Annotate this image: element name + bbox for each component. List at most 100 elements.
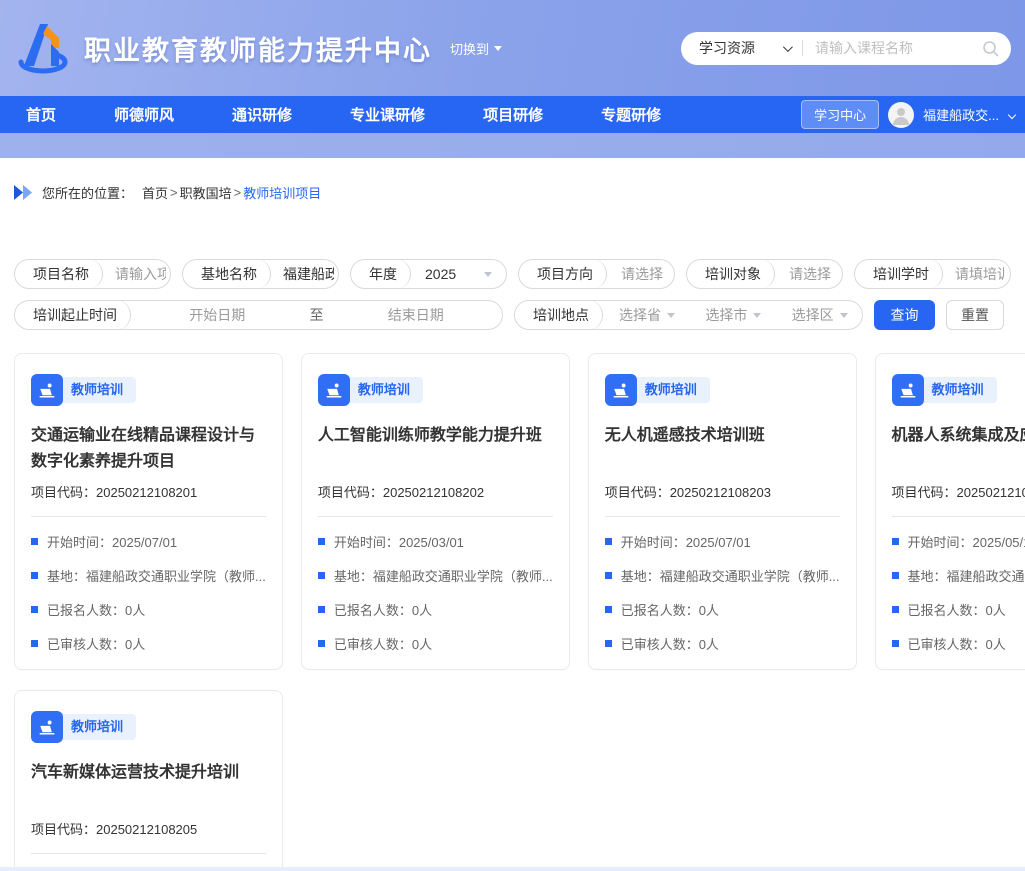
project-card-4[interactable]: 教师培训 机器人系统集成及应用技术 项目代码：20250212108204 开始… xyxy=(875,353,1025,670)
bullet-icon xyxy=(318,538,325,545)
filter-row-2: 培训起止时间 开始日期 至 结束日期 培训地点 选择省 选择市 选择区 查询 重… xyxy=(14,300,1011,330)
project-title: 交通运输业在线精品课程设计与数字化素养提升项目 xyxy=(31,423,266,475)
teacher-training-icon xyxy=(31,711,63,743)
card-row-start-time: 开始时间：2025/07/01 xyxy=(605,532,840,551)
nav-item-special-training[interactable]: 专题研修 xyxy=(601,104,661,125)
bullet-icon xyxy=(31,640,38,647)
banner-sub-band xyxy=(0,133,1025,158)
project-card-2[interactable]: 教师培训 人工智能训练师教学能力提升班 项目代码：20250212108202 … xyxy=(301,353,570,670)
card-row-approved: 已审核人数：0人 xyxy=(318,634,553,653)
project-code: 项目代码：20250212108201 xyxy=(31,482,266,501)
date-range-to-label: 至 xyxy=(304,305,330,325)
search-input[interactable] xyxy=(815,40,982,56)
bullet-icon xyxy=(318,606,325,613)
city-select[interactable]: 选择市 xyxy=(689,305,775,325)
bullet-icon xyxy=(892,572,899,579)
breadcrumb-trail: 首页 > 职教国培 > 教师培训项目 xyxy=(142,183,321,202)
project-card-1[interactable]: 教师培训 交通运输业在线精品课程设计与数字化素养提升项目 项目代码：202502… xyxy=(14,353,283,670)
card-row-enrolled: 已报名人数：0人 xyxy=(892,600,1025,619)
nav-item-major-course-training[interactable]: 专业课研修 xyxy=(350,104,425,125)
search-button[interactable]: 查询 xyxy=(874,300,935,330)
breadcrumb: 您所在的位置： 首页 > 职教国培 > 教师培训项目 xyxy=(0,158,1025,202)
training-hours-input[interactable] xyxy=(943,266,1010,282)
divider xyxy=(802,40,803,56)
location-icon xyxy=(14,185,33,200)
end-date-input[interactable]: 结束日期 xyxy=(330,305,503,325)
breadcrumb-separator: > xyxy=(234,185,242,200)
nav-item-project-training[interactable]: 项目研修 xyxy=(483,104,543,125)
nav-item-home[interactable]: 首页 xyxy=(26,104,56,125)
breadcrumb-zhijiao-guopei[interactable]: 职教国培 xyxy=(180,183,232,202)
search-category-select[interactable]: 学习资源 xyxy=(699,38,790,58)
username[interactable]: 福建船政交... xyxy=(923,105,999,124)
card-row-base: 基地：福建船政交通职业学院（教师... xyxy=(892,566,1025,585)
chevron-down-icon xyxy=(484,272,492,277)
chevron-down-icon[interactable] xyxy=(1008,110,1016,118)
base-name-input[interactable] xyxy=(271,266,338,282)
teacher-training-icon xyxy=(605,374,637,406)
switch-to-dropdown[interactable]: 切换到 xyxy=(450,39,502,58)
brand[interactable]: 职业教育教师能力提升中心 xyxy=(14,22,432,74)
filter-label: 项目名称 xyxy=(15,260,103,288)
project-title: 人工智能训练师教学能力提升班 xyxy=(318,423,553,475)
filter-year[interactable]: 年度 2025 xyxy=(350,259,507,289)
bullet-icon xyxy=(892,640,899,647)
divider xyxy=(892,516,1025,517)
filter-project-name: 项目名称 xyxy=(14,259,171,289)
card-row-approved: 已审核人数：0人 xyxy=(605,634,840,653)
nav-item-general-training[interactable]: 通识研修 xyxy=(232,104,292,125)
breadcrumb-home[interactable]: 首页 xyxy=(142,183,168,202)
filter-training-target[interactable]: 培训对象 请选择 xyxy=(686,259,843,289)
filter-project-direction[interactable]: 项目方向 请选择 xyxy=(518,259,675,289)
divider xyxy=(318,516,553,517)
project-code: 项目代码：20250212108204 xyxy=(892,482,1025,501)
chevron-down-icon xyxy=(667,313,675,318)
divider xyxy=(31,853,266,854)
chevron-down-icon xyxy=(783,42,793,52)
project-card-grid: 教师培训 交通运输业在线精品课程设计与数字化素养提升项目 项目代码：202502… xyxy=(0,353,1025,871)
reset-button[interactable]: 重置 xyxy=(946,300,1004,330)
bullet-icon xyxy=(605,606,612,613)
direction-select-placeholder[interactable]: 请选择 xyxy=(607,264,674,284)
project-card-3[interactable]: 教师培训 无人机遥感技术培训班 项目代码：20250212108203 开始时间… xyxy=(588,353,857,670)
card-row-base: 基地：福建船政交通职业学院（教师... xyxy=(605,566,840,585)
card-row-enrolled: 已报名人数：0人 xyxy=(31,600,266,619)
province-select[interactable]: 选择省 xyxy=(603,305,689,325)
nav-right: 学习中心 福建船政交... xyxy=(801,100,1015,129)
district-select[interactable]: 选择区 xyxy=(776,305,862,325)
avatar[interactable] xyxy=(888,102,914,128)
bullet-icon xyxy=(605,572,612,579)
year-select-value[interactable]: 2025 xyxy=(411,266,478,282)
search-category-value: 学习资源 xyxy=(699,38,755,58)
card-badge: 教师培训 xyxy=(318,374,553,406)
target-select-placeholder[interactable]: 请选择 xyxy=(775,264,842,284)
card-row-approved: 已审核人数：0人 xyxy=(31,634,266,653)
bullet-icon xyxy=(892,606,899,613)
study-center-button[interactable]: 学习中心 xyxy=(801,100,879,129)
site-header: 职业教育教师能力提升中心 切换到 学习资源 xyxy=(0,0,1025,96)
filter-panel: 项目名称 基地名称 年度 2025 项目方向 请选择 培训对象 请选择 培训学时… xyxy=(0,259,1025,330)
header-search: 学习资源 xyxy=(681,32,1011,65)
site-title: 职业教育教师能力提升中心 xyxy=(84,29,432,68)
project-code: 项目代码：20250212108202 xyxy=(318,482,553,501)
chevron-down-icon xyxy=(840,313,848,318)
card-badge: 教师培训 xyxy=(892,374,1025,406)
bullet-icon xyxy=(318,572,325,579)
bullet-icon xyxy=(31,572,38,579)
bullet-icon xyxy=(605,640,612,647)
card-row-approved: 已审核人数：0人 xyxy=(892,634,1025,653)
bullet-icon xyxy=(892,538,899,545)
filter-training-hours: 培训学时 xyxy=(854,259,1011,289)
bullet-icon xyxy=(31,538,38,545)
card-row-start-time: 开始时间：2025/03/01 xyxy=(318,532,553,551)
nav-item-teacher-ethics[interactable]: 师德师风 xyxy=(114,104,174,125)
breadcrumb-separator: > xyxy=(170,185,178,200)
project-name-input[interactable] xyxy=(103,266,170,282)
search-icon[interactable] xyxy=(982,40,999,57)
project-code: 项目代码：20250212108205 xyxy=(31,819,266,838)
badge-label: 教师培训 xyxy=(629,377,710,403)
start-date-input[interactable]: 开始日期 xyxy=(131,305,304,325)
card-row-start-time: 开始时间：2025/07/01 xyxy=(31,532,266,551)
bullet-icon xyxy=(605,538,612,545)
project-card-5[interactable]: 教师培训 汽车新媒体运营技术提升培训 项目代码：20250212108205 开… xyxy=(14,690,283,871)
